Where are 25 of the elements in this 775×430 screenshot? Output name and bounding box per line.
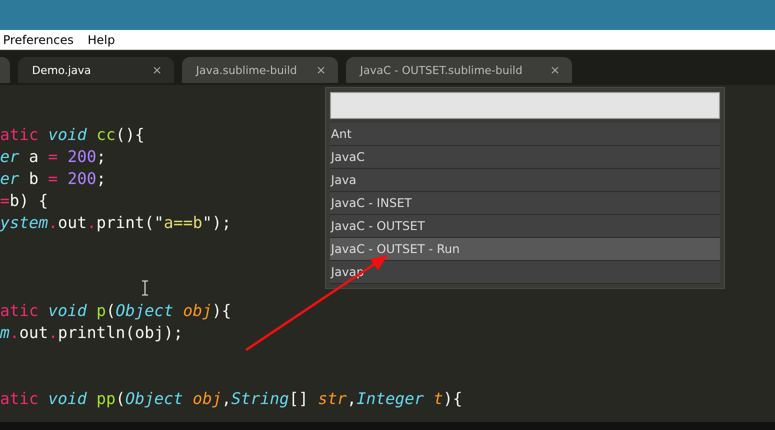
text-cursor-icon [141, 280, 149, 296]
menu-item[interactable]: Help [88, 32, 115, 46]
tab[interactable] [0, 57, 10, 83]
menu-item[interactable]: Preferences [3, 32, 74, 46]
close-icon[interactable]: × [316, 63, 326, 77]
list-item[interactable]: Ant [330, 123, 720, 146]
code-line: atic void p(Object obj){ [0, 301, 232, 320]
list-item[interactable]: JavaC - INSET [330, 192, 720, 215]
list-item[interactable]: JavaC - OUTSET [330, 215, 720, 238]
code-line: er b = 200; [0, 169, 106, 188]
code-line: =b) { [0, 191, 48, 210]
tab[interactable]: Demo.java × [18, 57, 174, 83]
code-line: m.out.println(obj); [0, 323, 184, 342]
close-icon[interactable]: × [152, 63, 162, 77]
code-line: ystem.out.print("a==b"); [0, 213, 232, 232]
list-item[interactable]: JavaC [330, 146, 720, 169]
code-line: atic void pp(Object obj,String[] str,Integer t){ [0, 389, 462, 408]
list-item[interactable]: JavaC - OUTSET - Run [330, 238, 720, 261]
search-field[interactable] [330, 92, 720, 119]
tab[interactable]: JavaC - OUTSET.sublime-build × [346, 57, 572, 83]
code-line: atic void cc(){ [0, 125, 145, 144]
tab[interactable]: Java.sublime-build × [182, 57, 338, 83]
code-line: er a = 200; [0, 147, 106, 166]
list-item[interactable]: Java [330, 169, 720, 192]
close-icon[interactable]: × [550, 63, 560, 77]
